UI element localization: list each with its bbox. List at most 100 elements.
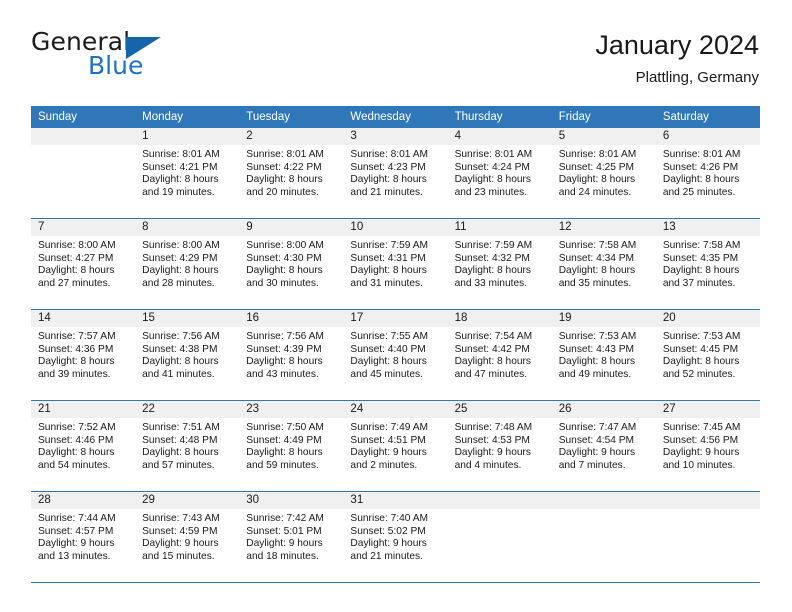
calendar-day-cell: 2 Sunrise: 8:01 AM Sunset: 4:22 PM Daylight… [239,128,344,219]
day-cell-5[interactable]: 5 Sunrise: 8:01 AM Sunset: 4:25 PM Daylight… [551,128,656,217]
day-cell-3[interactable]: 3 Sunrise: 8:01 AM Sunset: 4:23 PM Daylight… [343,128,448,217]
day-cell-31[interactable]: 31 Sunrise: 7:40 AM Sunset: 5:02 PM Dayligh… [343,492,448,581]
calendar-week-row: 14 Sunrise: 7:57 AM Sunset: 4:36 PM Dayligh… [31,309,760,401]
day-details: Sunrise: 7:58 AM Sunset: 4:35 PM Daylight:… [656,236,760,290]
calendar-week-row: 1 Sunrise: 8:01 AM Sunset: 4:21 PM Daylight… [31,128,760,219]
day-detail-line: and 25 minutes. [662,186,736,198]
day-detail-line: Daylight: 8 hours [662,174,740,186]
day-details: Sunrise: 8:00 AM Sunset: 4:27 PM Daylight:… [31,236,135,290]
day-number: 18 [447,310,552,327]
day-cell-7[interactable]: 7 Sunrise: 8:00 AM Sunset: 4:27 PM Daylight… [31,219,136,308]
day-cell-16[interactable]: 16 Sunrise: 7:56 AM Sunset: 4:39 PM Dayligh… [239,310,344,399]
day-cell-18[interactable]: 18 Sunrise: 7:54 AM Sunset: 4:42 PM Dayligh… [447,310,552,399]
day-cell-17[interactable]: 17 Sunrise: 7:55 AM Sunset: 4:40 PM Dayligh… [343,310,448,399]
day-cell-4[interactable]: 4 Sunrise: 8:01 AM Sunset: 4:24 PM Daylight… [447,128,552,217]
calendar-week-row: 7 Sunrise: 8:00 AM Sunset: 4:27 PM Daylight… [31,218,760,310]
day-detail-line: Sunrise: 7:57 AM [38,331,116,342]
day-cell-27[interactable]: 27 Sunrise: 7:45 AM Sunset: 4:56 PM Dayligh… [655,401,760,490]
day-cell-15[interactable]: 15 Sunrise: 7:56 AM Sunset: 4:38 PM Dayligh… [135,310,240,399]
day-detail-line: Daylight: 8 hours [246,356,323,368]
day-detail-line: Sunset: 4:31 PM [350,252,426,264]
day-cell-2[interactable]: 2 Sunrise: 8:01 AM Sunset: 4:22 PM Daylight… [239,128,344,217]
day-cell-11[interactable]: 11 Sunrise: 7:59 AM Sunset: 4:32 PM Dayligh… [447,219,552,308]
day-detail-line: Sunrise: 7:53 AM [662,331,741,342]
day-detail-line: Sunset: 4:51 PM [350,434,426,446]
day-cell-12[interactable]: 12 Sunrise: 7:58 AM Sunset: 4:34 PM Dayligh… [551,219,656,308]
day-details: Sunrise: 8:01 AM Sunset: 4:22 PM Daylight:… [239,145,343,199]
calendar-day-cell: 22 Sunrise: 7:51 AM Sunset: 4:48 PM Dayligh… [135,400,240,492]
day-detail-line: Daylight: 9 hours [246,538,323,550]
day-cell-14[interactable]: 14 Sunrise: 7:57 AM Sunset: 4:36 PM Dayligh… [31,310,136,399]
day-number: 8 [135,219,240,236]
day-cell-8[interactable]: 8 Sunrise: 8:00 AM Sunset: 4:29 PM Daylight… [135,219,240,308]
day-detail-line: Daylight: 9 hours [350,447,427,459]
calendar-day-cell: 9 Sunrise: 8:00 AM Sunset: 4:30 PM Daylight… [239,218,344,310]
weekday-header-saturday: Saturday [655,106,760,128]
day-number: 9 [239,219,344,236]
day-cell-6[interactable]: 6 Sunrise: 8:01 AM Sunset: 4:26 PM Daylight… [655,128,760,217]
day-cell-21[interactable]: 21 Sunrise: 7:52 AM Sunset: 4:46 PM Dayligh… [31,401,136,490]
day-cell-24[interactable]: 24 Sunrise: 7:49 AM Sunset: 4:51 PM Dayligh… [343,401,448,490]
calendar-day-cell: 19 Sunrise: 7:53 AM Sunset: 4:43 PM Dayligh… [551,309,656,401]
day-cell-22[interactable]: 22 Sunrise: 7:51 AM Sunset: 4:48 PM Dayligh… [135,401,240,490]
calendar-day-cell: 8 Sunrise: 8:00 AM Sunset: 4:29 PM Daylight… [135,218,240,310]
day-cell-28[interactable]: 28 Sunrise: 7:44 AM Sunset: 4:57 PM Dayligh… [31,492,136,581]
day-details: Sunrise: 7:54 AM Sunset: 4:42 PM Daylight:… [448,327,552,381]
day-detail-line: Sunset: 4:32 PM [454,252,530,264]
day-details: Sunrise: 8:01 AM Sunset: 4:23 PM Daylight:… [343,145,447,199]
day-detail-line: Sunrise: 8:00 AM [142,240,220,251]
day-cell-23[interactable]: 23 Sunrise: 7:50 AM Sunset: 4:49 PM Dayligh… [239,401,344,490]
day-detail-line: Sunset: 4:24 PM [454,161,530,173]
day-detail-line: Sunset: 4:42 PM [454,343,530,355]
day-details: Sunrise: 7:58 AM Sunset: 4:34 PM Daylight:… [552,236,656,290]
day-detail-line: Daylight: 8 hours [246,174,323,186]
day-number: 29 [135,492,240,509]
day-number: 6 [655,128,760,145]
day-detail-line: Daylight: 8 hours [558,356,636,368]
day-detail-line: Sunset: 4:25 PM [558,161,635,173]
day-cell-19[interactable]: 19 Sunrise: 7:53 AM Sunset: 4:43 PM Dayligh… [551,310,656,399]
day-details: Sunrise: 7:57 AM Sunset: 4:36 PM Daylight:… [31,327,135,381]
day-detail-line: Daylight: 9 hours [142,538,219,550]
general-blue-logo[interactable]: General Blue [31,28,251,90]
day-detail-line: Sunrise: 8:00 AM [38,240,116,251]
day-detail-line: Sunrise: 7:51 AM [142,422,220,433]
day-detail-line: and 2 minutes. [350,459,418,471]
day-cell-30[interactable]: 30 Sunrise: 7:42 AM Sunset: 5:01 PM Dayligh… [239,492,344,581]
day-detail-line: Sunset: 4:35 PM [662,252,739,264]
day-number: 4 [447,128,552,145]
day-cell-26[interactable]: 26 Sunrise: 7:47 AM Sunset: 4:54 PM Dayligh… [551,401,656,490]
day-detail-line: and 59 minutes. [246,459,319,471]
day-number [655,492,760,509]
day-detail-line: and 33 minutes. [454,277,528,289]
calendar-day-cell: 15 Sunrise: 7:56 AM Sunset: 4:38 PM Dayligh… [135,309,240,401]
day-number: 13 [655,219,760,236]
day-cell-10[interactable]: 10 Sunrise: 7:59 AM Sunset: 4:31 PM Dayligh… [343,219,448,308]
day-cell-9[interactable]: 9 Sunrise: 8:00 AM Sunset: 4:30 PM Daylight… [239,219,344,308]
day-cell-29[interactable]: 29 Sunrise: 7:43 AM Sunset: 4:59 PM Dayligh… [135,492,240,581]
day-detail-line: Sunset: 4:39 PM [246,343,322,355]
weekday-header-friday: Friday [551,106,656,128]
day-number: 21 [31,401,136,418]
day-cell-empty [655,492,760,581]
page-title: January 2024 [595,30,759,60]
day-detail-line: and 31 minutes. [350,277,423,289]
day-detail-line: Sunset: 4:29 PM [142,252,218,264]
day-cell-25[interactable]: 25 Sunrise: 7:48 AM Sunset: 4:53 PM Dayligh… [447,401,552,490]
day-detail-line: and 43 minutes. [246,368,319,380]
day-detail-line: Sunset: 4:22 PM [246,161,322,173]
day-detail-line: Daylight: 8 hours [662,356,740,368]
calendar-header-row: Sunday Monday Tuesday Wednesday Thursday Frid… [31,106,760,128]
day-number: 2 [239,128,344,145]
day-detail-line: and 49 minutes. [558,368,632,380]
day-detail-line: Sunrise: 7:52 AM [38,422,116,433]
day-cell-1[interactable]: 1 Sunrise: 8:01 AM Sunset: 4:21 PM Daylight… [135,128,240,217]
day-detail-line: and 47 minutes. [454,368,528,380]
day-detail-line: and 52 minutes. [662,368,736,380]
day-number [447,492,552,509]
day-number: 12 [551,219,656,236]
day-cell-13[interactable]: 13 Sunrise: 7:58 AM Sunset: 4:35 PM Dayligh… [655,219,760,308]
day-cell-20[interactable]: 20 Sunrise: 7:53 AM Sunset: 4:45 PM Dayligh… [655,310,760,399]
day-detail-line: and 15 minutes. [142,550,215,562]
day-detail-line: Sunrise: 8:01 AM [558,149,637,160]
